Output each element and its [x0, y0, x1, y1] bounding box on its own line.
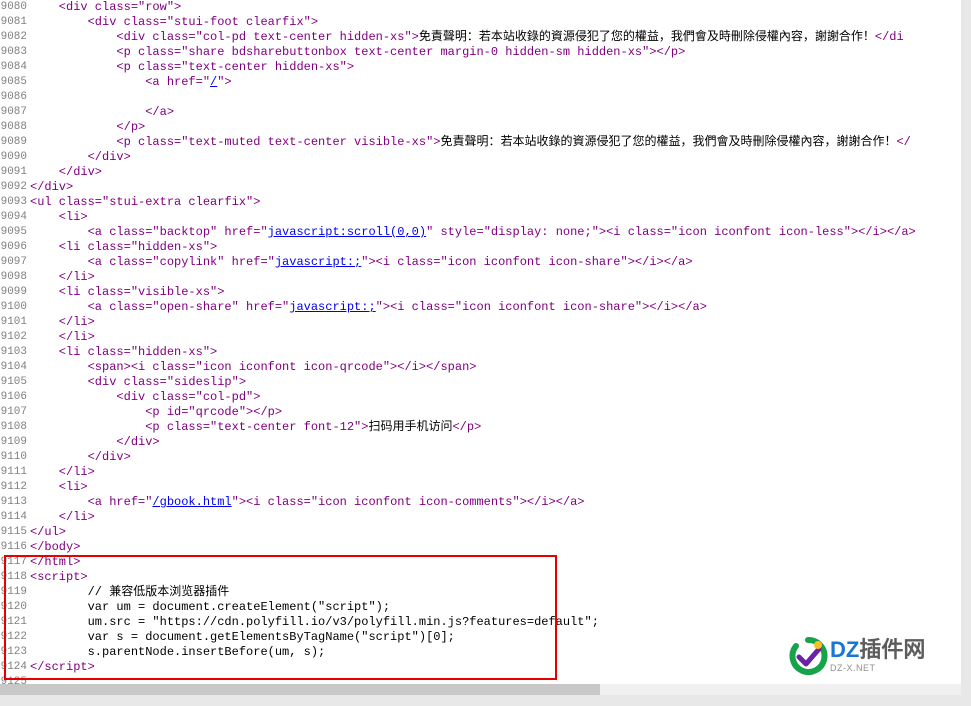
code-content[interactable]: <div class="row"> <div class="stui-foot … [30, 0, 961, 695]
line-number: 9120 [0, 600, 27, 615]
line-number: 9089 [0, 135, 27, 150]
code-line[interactable] [30, 90, 961, 105]
watermark-title: DZ插件网 [830, 638, 925, 662]
line-number: 9102 [0, 330, 27, 345]
line-number: 9103 [0, 345, 27, 360]
code-line[interactable]: <li class="hidden-xs"> [30, 345, 961, 360]
code-line[interactable]: <a class="backtop" href="javascript:scro… [30, 225, 961, 240]
code-line[interactable]: </div> [30, 165, 961, 180]
horizontal-scrollbar[interactable] [0, 684, 961, 695]
line-number: 9109 [0, 435, 27, 450]
line-number: 9091 [0, 165, 27, 180]
code-line[interactable]: </a> [30, 105, 961, 120]
code-line[interactable]: <li class="visible-xs"> [30, 285, 961, 300]
line-number: 9110 [0, 450, 27, 465]
code-line[interactable]: <div class="sideslip"> [30, 375, 961, 390]
code-line[interactable]: <div class="row"> [30, 0, 961, 15]
code-line[interactable]: </html> [30, 555, 961, 570]
watermark-logo: DZ插件网 DZ-X.NET [788, 636, 963, 681]
code-line[interactable]: <span><i class="icon iconfont icon-qrcod… [30, 360, 961, 375]
line-number: 9118 [0, 570, 27, 585]
code-line[interactable]: <p id="qrcode"></p> [30, 405, 961, 420]
code-line[interactable]: </ul> [30, 525, 961, 540]
code-line[interactable]: <p class="share bdsharebuttonbox text-ce… [30, 45, 961, 60]
code-line[interactable]: </li> [30, 465, 961, 480]
line-number: 9119 [0, 585, 27, 600]
line-number: 9121 [0, 615, 27, 630]
code-line[interactable]: um.src = "https://cdn.polyfill.io/v3/pol… [30, 615, 961, 630]
code-line[interactable]: <script> [30, 570, 961, 585]
watermark-subtitle: DZ-X.NET [830, 663, 925, 673]
line-number: 9083 [0, 45, 27, 60]
code-line[interactable]: </body> [30, 540, 961, 555]
line-number: 9092 [0, 180, 27, 195]
line-number: 9115 [0, 525, 27, 540]
code-line[interactable]: <div class="col-pd"> [30, 390, 961, 405]
code-line[interactable]: <a class="copylink" href="javascript:;">… [30, 255, 961, 270]
code-line[interactable]: </li> [30, 315, 961, 330]
code-line[interactable]: </div> [30, 150, 961, 165]
code-line[interactable]: <a href="/"> [30, 75, 961, 90]
code-line[interactable]: <div class="stui-foot clearfix"> [30, 15, 961, 30]
line-number: 9114 [0, 510, 27, 525]
line-number: 9090 [0, 150, 27, 165]
line-number: 9106 [0, 390, 27, 405]
code-line[interactable]: <p class="text-muted text-center visible… [30, 135, 961, 150]
line-number: 9088 [0, 120, 27, 135]
line-number: 9108 [0, 420, 27, 435]
line-number: 9087 [0, 105, 27, 120]
code-line[interactable]: <p class="text-center font-12">扫码用手机访问</… [30, 420, 961, 435]
line-number: 9084 [0, 60, 27, 75]
code-line[interactable]: </div> [30, 435, 961, 450]
code-line[interactable]: </div> [30, 180, 961, 195]
code-line[interactable]: // 兼容低版本浏览器插件 [30, 585, 961, 600]
line-number: 9099 [0, 285, 27, 300]
line-number: 9101 [0, 315, 27, 330]
code-line[interactable]: <a href="/gbook.html"><i class="icon ico… [30, 495, 961, 510]
code-line[interactable]: <p class="text-center hidden-xs"> [30, 60, 961, 75]
line-number: 9124 [0, 660, 27, 675]
line-number: 9112 [0, 480, 27, 495]
code-line[interactable]: </li> [30, 270, 961, 285]
line-number-gutter: 9080908190829083908490859086908790889089… [0, 0, 30, 695]
line-number: 9100 [0, 300, 27, 315]
code-line[interactable]: </li> [30, 330, 961, 345]
line-number: 9097 [0, 255, 27, 270]
line-number: 9098 [0, 270, 27, 285]
code-line[interactable]: var um = document.createElement("script"… [30, 600, 961, 615]
watermark-icon [788, 636, 828, 676]
line-number: 9116 [0, 540, 27, 555]
code-editor[interactable]: 9080908190829083908490859086908790889089… [0, 0, 961, 695]
code-line[interactable]: <li class="hidden-xs"> [30, 240, 961, 255]
line-number: 9080 [0, 0, 27, 15]
line-number: 9113 [0, 495, 27, 510]
line-number: 9107 [0, 405, 27, 420]
line-number: 9104 [0, 360, 27, 375]
line-number: 9096 [0, 240, 27, 255]
code-line[interactable]: <li> [30, 210, 961, 225]
code-line[interactable]: <div class="col-pd text-center hidden-xs… [30, 30, 961, 45]
code-line[interactable]: <ul class="stui-extra clearfix"> [30, 195, 961, 210]
line-number: 9094 [0, 210, 27, 225]
code-line[interactable]: </li> [30, 510, 961, 525]
code-line[interactable]: <li> [30, 480, 961, 495]
code-line[interactable]: </div> [30, 450, 961, 465]
code-line[interactable]: <a class="open-share" href="javascript:;… [30, 300, 961, 315]
line-number: 9105 [0, 375, 27, 390]
line-number: 9123 [0, 645, 27, 660]
line-number: 9093 [0, 195, 27, 210]
code-line[interactable]: </p> [30, 120, 961, 135]
line-number: 9117 [0, 555, 27, 570]
line-number: 9095 [0, 225, 27, 240]
line-number: 9086 [0, 90, 27, 105]
line-number: 9082 [0, 30, 27, 45]
line-number: 9111 [0, 465, 27, 480]
line-number: 9081 [0, 15, 27, 30]
line-number: 9085 [0, 75, 27, 90]
horizontal-scrollbar-thumb[interactable] [0, 684, 600, 695]
line-number: 9122 [0, 630, 27, 645]
